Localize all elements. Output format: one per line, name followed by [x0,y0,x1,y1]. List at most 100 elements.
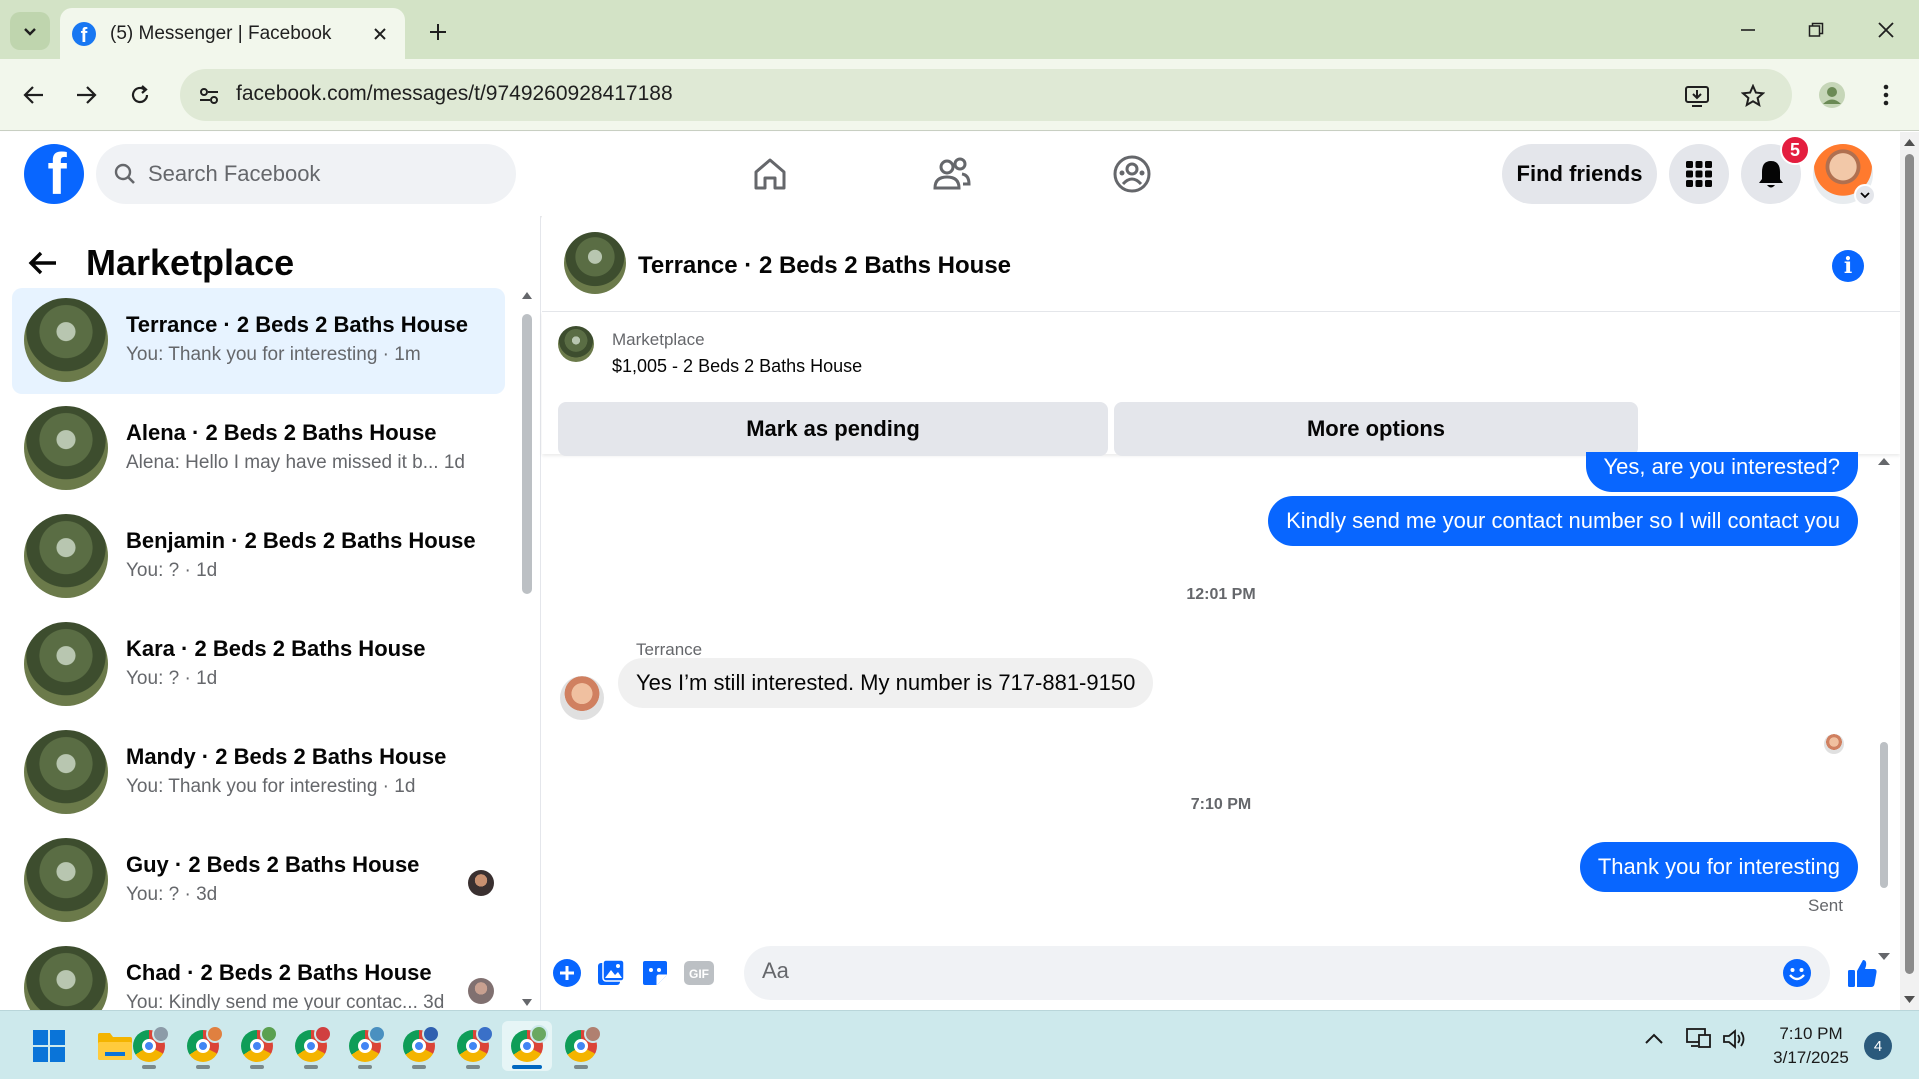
seen-avatar [468,978,494,1004]
taskbar-chrome-window[interactable] [448,1021,498,1071]
taskbar-chrome-window[interactable] [340,1021,390,1071]
gif-icon: GIF [684,961,714,985]
scrollbar-thumb[interactable] [522,314,532,594]
restore-button[interactable] [1788,10,1844,50]
tab-search-button[interactable] [10,12,50,50]
menu-button[interactable] [1669,144,1729,204]
svg-text:GIF: GIF [689,967,709,981]
more-actions-button[interactable] [550,956,584,990]
find-friends-button[interactable]: Find friends [1502,144,1657,204]
nav-groups[interactable] [1106,150,1158,198]
conversation-item[interactable]: Terrance · 2 Beds 2 Baths House You: Tha… [12,288,505,394]
notification-center-badge[interactable]: 4 [1864,1032,1892,1060]
tab-close-button[interactable] [365,19,395,49]
message-timestamp: 12:01 PM [1186,586,1256,603]
home-icon [754,158,786,190]
conversation-preview: You: ? · 1d [126,560,218,581]
nav-home[interactable] [744,150,796,198]
clock-date: 3/17/2025 [1773,1048,1849,1067]
grid-menu-icon [1686,161,1712,187]
chat-list-scrollbar[interactable] [522,290,532,1008]
network-icon[interactable] [1686,1027,1712,1051]
scrollbar-thumb[interactable] [1905,154,1914,974]
profile-icon [1819,82,1845,108]
conversation-name: Guy · 2 Beds 2 Baths House [126,852,420,877]
taskbar-chrome-window[interactable] [178,1021,228,1071]
seen-avatar [468,870,494,896]
scroll-down-icon [1904,996,1915,1003]
conversation-title[interactable]: Terrance · 2 Beds 2 Baths House [638,252,1011,280]
gif-button[interactable]: GIF [682,956,716,990]
info-icon[interactable]: i [1832,250,1864,282]
back-button[interactable] [14,75,54,115]
message-outgoing[interactable]: Thank you for interesting [1579,842,1858,892]
back-arrow-icon[interactable] [28,250,58,276]
more-options-button[interactable]: More options [1114,402,1638,456]
account-menu-caret[interactable] [1854,184,1876,206]
conversation-header: Terrance · 2 Beds 2 Baths House i [542,216,1900,312]
sender-name: Terrance [636,640,703,659]
facebook-header: f Find friends [0,132,1900,216]
taskbar-chrome-window[interactable] [394,1021,444,1071]
taskbar-chrome-window[interactable] [232,1021,282,1071]
emoji-button[interactable] [1780,956,1814,990]
chat-list-header: Marketplace [28,242,294,284]
message-input-box[interactable] [744,946,1830,1000]
conversation-name: Chad · 2 Beds 2 Baths House [126,960,432,985]
search-input[interactable] [148,161,468,187]
taskbar-chrome-window[interactable] [286,1021,336,1071]
conversation-preview: You: Thank you for interesting · 1d [126,776,416,797]
taskbar-chrome-window[interactable] [124,1021,174,1071]
scrollbar-thumb[interactable] [1880,742,1888,888]
minimize-button[interactable] [1720,10,1776,50]
facebook-logo[interactable]: f [24,144,84,204]
new-tab-button[interactable] [420,14,456,50]
conversation-item[interactable]: Chad · 2 Beds 2 Baths House You: Kindly … [12,936,505,1010]
install-app-icon[interactable] [1680,79,1714,113]
conversation-item[interactable]: Guy · 2 Beds 2 Baths House You: ? · 3d [12,828,505,934]
listing-thumbnail [24,514,108,598]
read-receipt-avatar [1824,734,1844,754]
like-button[interactable] [1846,956,1880,990]
bookmark-star-icon[interactable] [1736,79,1770,113]
reload-button[interactable] [120,75,160,115]
conversation-scrollbar[interactable] [1878,456,1890,960]
volume-icon[interactable] [1722,1027,1748,1051]
scroll-down-icon [522,999,532,1006]
profile-button[interactable] [1812,75,1852,115]
conversation-item[interactable]: Benjamin · 2 Beds 2 Baths House You: ? ·… [12,504,505,610]
minimize-icon [1741,29,1755,31]
mark-as-pending-button[interactable]: Mark as pending [558,402,1108,456]
image-icon [598,959,625,985]
message-outgoing[interactable]: Kindly send me your contact number so I … [1268,496,1858,546]
start-button[interactable] [24,1021,74,1071]
site-settings-icon[interactable] [192,79,226,113]
browser-menu-button[interactable] [1866,75,1906,115]
attach-media-button[interactable] [594,956,628,990]
message-input[interactable] [762,958,1762,984]
system-clock[interactable]: 7:10 PM 3/17/2025 [1756,1022,1866,1070]
forward-button[interactable] [66,75,106,115]
sender-avatar[interactable] [560,676,604,720]
conversation-item[interactable]: Mandy · 2 Beds 2 Baths House You: Thank … [12,720,505,826]
arrow-right-icon [77,86,97,104]
taskbar-chrome-window[interactable] [556,1021,606,1071]
close-window-button[interactable] [1858,10,1914,50]
browser-tab-messenger[interactable]: f (5) Messenger | Facebook [60,8,405,59]
message-outgoing[interactable]: Yes, are you interested? [1585,452,1858,492]
listing-thumbnail[interactable] [564,232,626,294]
listing-thumbnail [24,946,108,1010]
search-box[interactable] [96,144,516,204]
chat-list-panel: Marketplace Terrance · 2 Beds 2 Baths Ho… [0,216,541,1010]
listing-thumbnail [24,622,108,706]
nav-friends[interactable] [926,150,978,198]
conversation-item[interactable]: Alena · 2 Beds 2 Baths House Alena: Hell… [12,396,505,502]
conversation-item[interactable]: Kara · 2 Beds 2 Baths House You: ? · 1d [12,612,505,718]
sticker-button[interactable] [638,956,672,990]
message-incoming[interactable]: Yes I’m still interested. My number is 7… [618,658,1154,708]
listing-price[interactable]: $1,005 - 2 Beds 2 Baths House [612,356,862,377]
address-bar[interactable]: facebook.com/messages/t/9749260928417188 [180,69,1792,121]
chevron-up-icon[interactable] [1644,1031,1664,1045]
taskbar-chrome-window-active[interactable] [502,1021,552,1071]
page-scrollbar[interactable] [1900,132,1919,1010]
